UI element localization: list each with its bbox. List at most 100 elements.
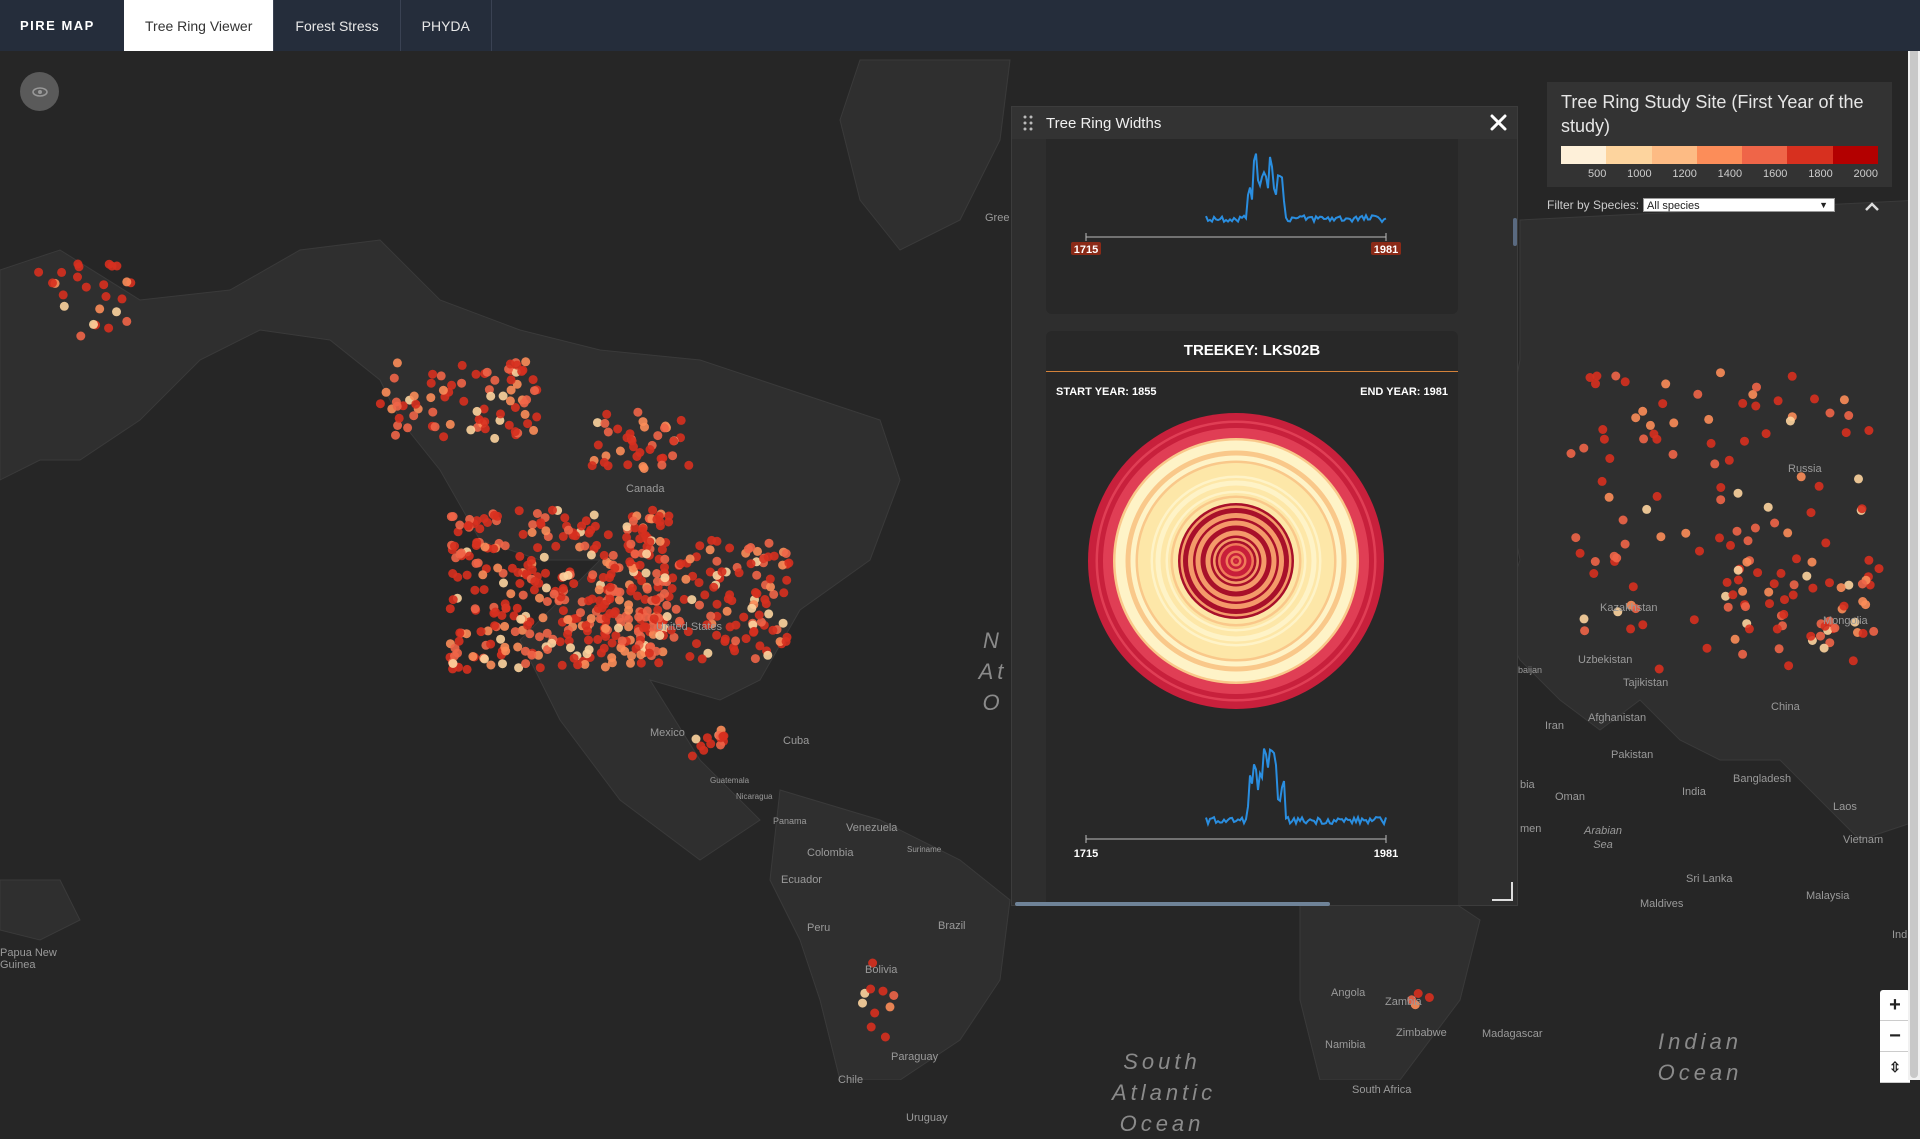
study-site-marker[interactable]	[1604, 492, 1614, 502]
study-site-marker[interactable]	[445, 419, 455, 429]
study-site-marker[interactable]	[476, 627, 486, 637]
study-site-marker[interactable]	[1836, 583, 1846, 593]
study-site-marker[interactable]	[642, 549, 652, 559]
study-site-marker[interactable]	[1715, 533, 1724, 543]
study-site-marker[interactable]	[1730, 634, 1740, 644]
study-site-marker[interactable]	[563, 570, 573, 580]
study-site-marker[interactable]	[1704, 414, 1714, 424]
study-site-marker[interactable]	[112, 307, 121, 317]
study-site-marker[interactable]	[455, 520, 465, 530]
study-site-marker[interactable]	[515, 551, 525, 561]
study-site-marker[interactable]	[1706, 438, 1716, 448]
study-site-marker[interactable]	[1741, 602, 1750, 612]
study-site-marker[interactable]	[486, 660, 496, 670]
study-site-marker[interactable]	[667, 584, 677, 593]
study-site-marker[interactable]	[1738, 398, 1748, 408]
study-site-marker[interactable]	[529, 425, 539, 435]
zoom-in-button[interactable]: +	[1880, 990, 1910, 1021]
study-site-marker[interactable]	[1599, 434, 1609, 444]
study-site-marker[interactable]	[671, 604, 681, 614]
study-site-marker[interactable]	[699, 745, 709, 755]
study-site-marker[interactable]	[1571, 533, 1581, 543]
app-brand[interactable]: PIRE MAP	[0, 0, 124, 51]
study-site-marker[interactable]	[705, 545, 715, 555]
study-site-marker[interactable]	[1579, 443, 1589, 453]
study-site-marker[interactable]	[1618, 515, 1628, 525]
study-site-marker[interactable]	[538, 613, 548, 623]
page-scrollbar[interactable]	[1908, 0, 1920, 1080]
study-site-marker[interactable]	[471, 369, 481, 379]
study-site-marker[interactable]	[605, 582, 615, 592]
study-site-marker[interactable]	[1726, 540, 1735, 550]
study-site-marker[interactable]	[474, 414, 484, 424]
study-site-marker[interactable]	[610, 607, 620, 617]
study-site-marker[interactable]	[1750, 523, 1760, 533]
study-site-marker[interactable]	[1858, 628, 1868, 638]
study-site-marker[interactable]	[637, 526, 647, 536]
study-site-marker[interactable]	[1585, 373, 1595, 382]
study-site-marker[interactable]	[617, 636, 627, 646]
study-site-marker[interactable]	[490, 607, 500, 617]
study-site-marker[interactable]	[730, 646, 740, 656]
study-site-marker[interactable]	[1788, 590, 1798, 600]
study-site-marker[interactable]	[569, 579, 579, 589]
study-site-marker[interactable]	[878, 986, 888, 996]
study-site-marker[interactable]	[1681, 528, 1691, 538]
study-site-marker[interactable]	[697, 654, 707, 664]
study-site-marker[interactable]	[1628, 582, 1638, 592]
study-site-marker[interactable]	[428, 407, 438, 417]
study-site-marker[interactable]	[778, 618, 788, 628]
study-site-marker[interactable]	[513, 642, 523, 652]
study-site-marker[interactable]	[1733, 565, 1743, 575]
study-site-marker[interactable]	[1841, 428, 1851, 438]
study-site-marker[interactable]	[1732, 526, 1742, 536]
drag-handle-icon[interactable]	[1022, 114, 1034, 132]
study-site-marker[interactable]	[746, 543, 756, 552]
study-site-marker[interactable]	[450, 541, 459, 551]
study-site-marker[interactable]	[660, 554, 670, 564]
study-site-marker[interactable]	[645, 537, 655, 547]
study-site-marker[interactable]	[700, 590, 710, 600]
study-site-marker[interactable]	[634, 612, 644, 622]
study-site-marker[interactable]	[639, 623, 649, 633]
study-site-marker[interactable]	[620, 646, 630, 656]
study-site-marker[interactable]	[430, 422, 440, 432]
study-site-marker[interactable]	[605, 594, 615, 604]
study-site-marker[interactable]	[496, 634, 506, 644]
study-site-marker[interactable]	[607, 638, 617, 648]
study-site-marker[interactable]	[1789, 580, 1799, 590]
study-site-marker[interactable]	[439, 432, 449, 442]
study-site-marker[interactable]	[500, 621, 510, 631]
study-site-marker[interactable]	[601, 624, 610, 633]
study-site-marker[interactable]	[582, 649, 592, 659]
study-site-marker[interactable]	[1654, 664, 1664, 674]
study-site-marker[interactable]	[73, 272, 82, 282]
study-site-marker[interactable]	[784, 558, 794, 568]
study-site-marker[interactable]	[1612, 553, 1622, 563]
study-site-marker[interactable]	[506, 589, 516, 599]
study-site-marker[interactable]	[1825, 408, 1835, 418]
study-site-marker[interactable]	[889, 991, 899, 1000]
study-site-marker[interactable]	[470, 604, 480, 614]
study-site-marker[interactable]	[512, 360, 522, 370]
study-site-marker[interactable]	[685, 652, 695, 661]
study-site-marker[interactable]	[375, 399, 385, 409]
study-site-marker[interactable]	[1611, 371, 1621, 381]
study-site-marker[interactable]	[59, 301, 69, 311]
study-site-marker[interactable]	[1722, 577, 1732, 587]
panel-header[interactable]: Tree Ring Widths	[1012, 107, 1517, 139]
study-site-marker[interactable]	[535, 632, 544, 642]
study-site-marker[interactable]	[1733, 488, 1743, 498]
study-site-marker[interactable]	[1808, 583, 1818, 593]
study-site-marker[interactable]	[600, 418, 610, 428]
study-site-marker[interactable]	[602, 409, 612, 419]
study-site-marker[interactable]	[527, 650, 537, 660]
study-site-marker[interactable]	[1819, 643, 1829, 653]
study-site-marker[interactable]	[1783, 528, 1793, 538]
study-site-marker[interactable]	[456, 548, 466, 558]
study-site-marker[interactable]	[520, 409, 530, 419]
study-site-marker[interactable]	[642, 606, 652, 616]
study-site-marker[interactable]	[527, 565, 537, 575]
study-site-marker[interactable]	[635, 560, 645, 570]
study-site-marker[interactable]	[1764, 587, 1774, 597]
